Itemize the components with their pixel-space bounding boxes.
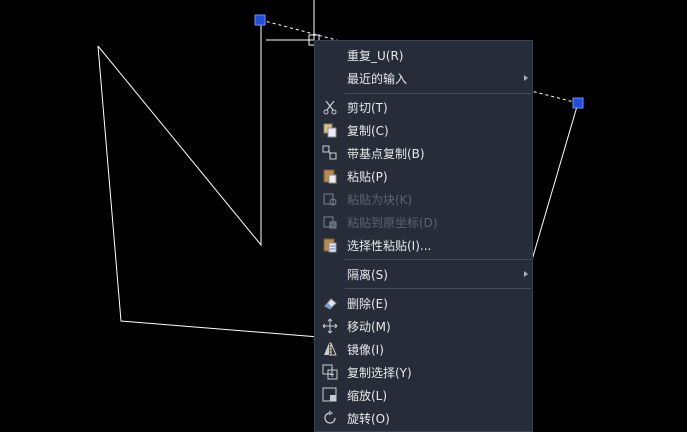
menu-item-recent-input[interactable]: 最近的输入 [315,67,532,89]
menu-item-label: 粘贴到原坐标(D) [347,216,438,230]
menu-item-copy-selection[interactable]: 复制选择(Y) [315,361,532,383]
menu-item-label: 重复_U(R) [347,49,404,63]
menu-item-paste[interactable]: 粘贴(P) [315,165,532,187]
menu-item-isolate[interactable]: 隔离(S) [315,263,532,285]
menu-separator [345,259,531,260]
menu-item-label: 移动(M) [347,320,391,334]
menu-item-cut[interactable]: 剪切(T) [315,96,532,118]
menu-item-label: 最近的输入 [347,72,408,86]
menu-separator [345,93,531,94]
menu-item-label: 选择性粘贴(I)... [347,239,432,253]
menu-item-mirror[interactable]: 镜像(I) [315,338,532,360]
paste-icon [323,169,337,184]
copy-base-point-icon [322,145,337,160]
scale-icon [322,387,337,402]
grip-handle[interactable] [572,97,584,109]
move-icon [322,318,338,334]
context-menu: 重复_U(R) 最近的输入 剪切(T) 复制(C) 带基点复制(B) 粘贴(P)… [314,40,533,432]
copy-icon [323,123,337,138]
paste-special-icon [323,238,337,253]
menu-item-label: 隔离(S) [347,268,388,282]
menu-item-move[interactable]: 移动(M) [315,315,532,337]
menu-item-label: 镜像(I) [347,343,384,357]
paste-orig-coords-icon [323,216,337,229]
submenu-arrow-icon [524,75,528,81]
menu-separator [345,288,531,289]
menu-item-copy[interactable]: 复制(C) [315,119,532,141]
paste-as-block-icon [323,193,337,206]
menu-item-erase[interactable]: 删除(E) [315,292,532,314]
menu-item-scale[interactable]: 缩放(L) [315,384,532,406]
menu-item-label: 旋转(O) [347,412,390,426]
menu-item-repeat[interactable]: 重复_U(R) [315,44,532,66]
menu-item-label: 带基点复制(B) [347,147,425,161]
eraser-icon [324,298,337,310]
menu-item-label: 复制(C) [347,124,389,138]
menu-item-label: 缩放(L) [347,389,388,403]
mirror-icon [324,342,337,356]
grip-handle[interactable] [254,14,266,26]
polyline-shape[interactable] [97,20,262,247]
scissors-icon [323,100,337,115]
menu-item-copy-base-point[interactable]: 带基点复制(B) [315,142,532,164]
menu-item-label: 粘贴为块(K) [347,193,413,207]
copy-selection-icon [322,364,338,380]
menu-item-paste-as-block[interactable]: 粘贴为块(K) [315,188,532,210]
menu-item-label: 复制选择(Y) [347,366,412,380]
menu-item-label: 粘贴(P) [347,170,388,184]
rotate-icon [324,410,336,424]
menu-item-label: 剪切(T) [347,101,388,115]
menu-item-paste-orig-coords[interactable]: 粘贴到原坐标(D) [315,211,532,233]
menu-item-paste-special[interactable]: 选择性粘贴(I)... [315,234,532,256]
submenu-arrow-icon [524,271,528,277]
menu-item-label: 删除(E) [347,297,388,311]
menu-item-rotate[interactable]: 旋转(O) [315,407,532,429]
